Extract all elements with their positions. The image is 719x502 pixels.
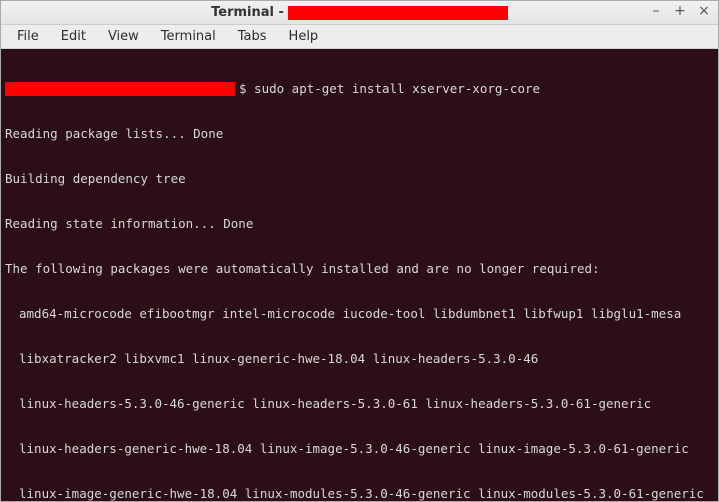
output-line: The following packages were automaticall… xyxy=(5,261,714,276)
command-text: $ sudo apt-get install xserver-xorg-core xyxy=(239,81,540,96)
output-line: Reading state information... Done xyxy=(5,216,714,231)
output-line: linux-image-generic-hwe-18.04 linux-modu… xyxy=(5,486,714,501)
redacted-title xyxy=(288,6,508,20)
menu-help[interactable]: Help xyxy=(279,27,329,46)
menu-view[interactable]: View xyxy=(98,27,149,46)
output-line: linux-headers-generic-hwe-18.04 linux-im… xyxy=(5,441,714,456)
menubar: File Edit View Terminal Tabs Help xyxy=(1,25,718,49)
output-line: Building dependency tree xyxy=(5,171,714,186)
output-line: linux-headers-5.3.0-46-generic linux-hea… xyxy=(5,396,714,411)
menu-tabs[interactable]: Tabs xyxy=(228,27,277,46)
terminal-window: Terminal - – + × File Edit View Terminal… xyxy=(0,0,719,502)
terminal-pane[interactable]: $ sudo apt-get install xserver-xorg-core… xyxy=(1,49,718,501)
output-line: amd64-microcode efibootmgr intel-microco… xyxy=(5,306,714,321)
maximize-button[interactable]: + xyxy=(673,4,687,18)
output-line: Reading package lists... Done xyxy=(5,126,714,141)
window-controls: – + × xyxy=(649,4,711,18)
minimize-button[interactable]: – xyxy=(649,4,663,18)
output-line: libxatracker2 libxvmc1 linux-generic-hwe… xyxy=(5,351,714,366)
title-prefix: Terminal - xyxy=(211,5,284,20)
menu-file[interactable]: File xyxy=(7,27,49,46)
titlebar[interactable]: Terminal - – + × xyxy=(1,1,718,25)
prompt-line: $ sudo apt-get install xserver-xorg-core xyxy=(5,81,714,96)
redacted-prompt xyxy=(5,82,235,96)
menu-edit[interactable]: Edit xyxy=(51,27,96,46)
close-button[interactable]: × xyxy=(697,4,711,18)
window-title: Terminal - xyxy=(211,5,508,20)
menu-terminal[interactable]: Terminal xyxy=(151,27,226,46)
